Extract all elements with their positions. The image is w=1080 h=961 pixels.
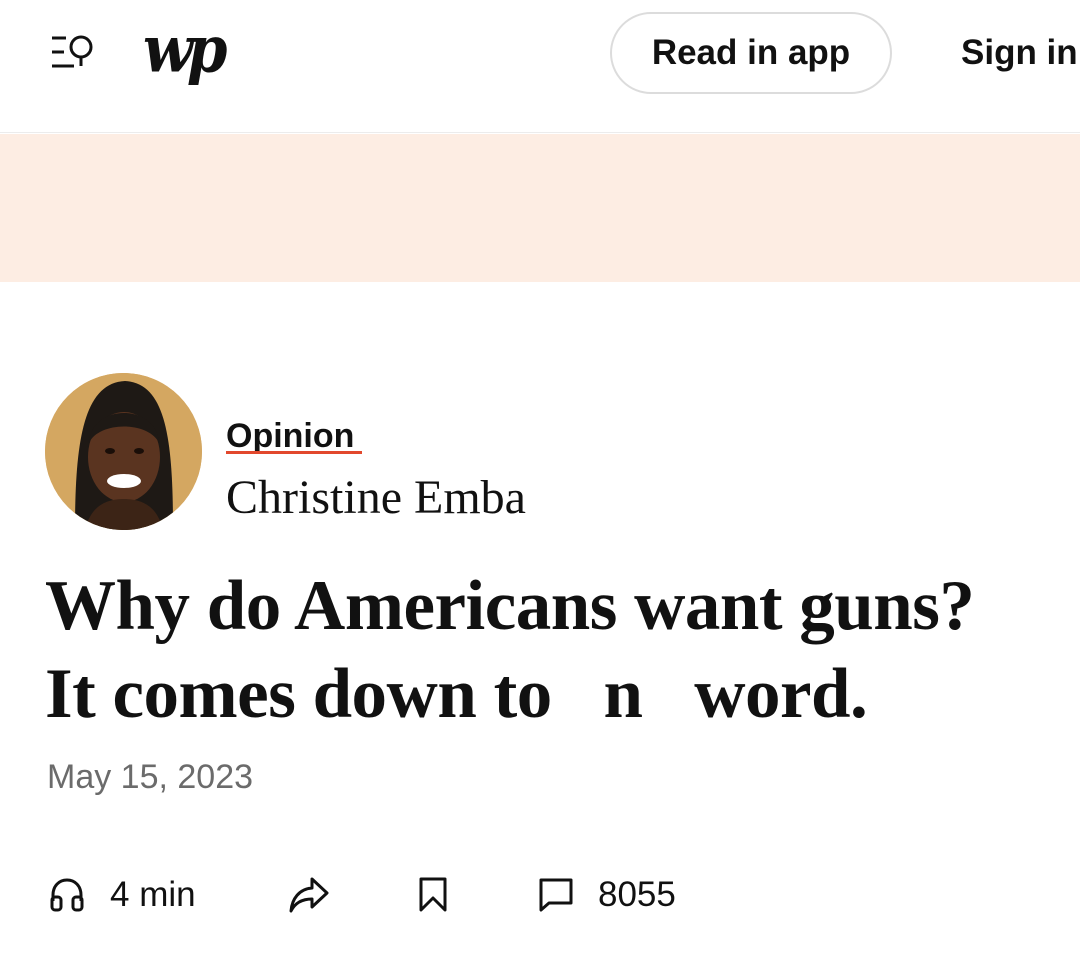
author-avatar[interactable] — [45, 373, 202, 530]
listen-duration: 4 min — [110, 875, 196, 914]
site-header: wp Read in app Sign in — [0, 0, 1080, 133]
comment-icon — [538, 877, 574, 913]
menu-search-icon[interactable] — [50, 32, 96, 74]
bookmark-icon — [418, 876, 448, 914]
share-icon — [288, 875, 330, 915]
listen-button[interactable]: 4 min — [48, 860, 196, 930]
ad-placeholder — [0, 134, 1080, 282]
share-button[interactable] — [288, 860, 330, 930]
opinion-section-link[interactable]: Opinion — [226, 416, 354, 456]
read-in-app-button[interactable]: Read in app — [610, 12, 892, 94]
author-name-link[interactable]: Christine Emba — [226, 468, 526, 528]
article-action-bar: 4 min 8055 — [0, 860, 1080, 930]
bookmark-button[interactable] — [418, 860, 448, 930]
publish-date: May 15, 2023 — [47, 758, 254, 796]
headphones-icon — [48, 877, 86, 913]
sign-in-link[interactable]: Sign in — [961, 30, 1078, 76]
author-photo-icon — [45, 373, 202, 530]
opinion-underline — [226, 451, 362, 454]
article-headline: Why do Americans want guns? It comes dow… — [45, 567, 975, 733]
comment-count: 8055 — [598, 875, 676, 914]
comments-button[interactable]: 8055 — [538, 860, 676, 930]
wp-logo[interactable]: wp — [143, 10, 228, 88]
